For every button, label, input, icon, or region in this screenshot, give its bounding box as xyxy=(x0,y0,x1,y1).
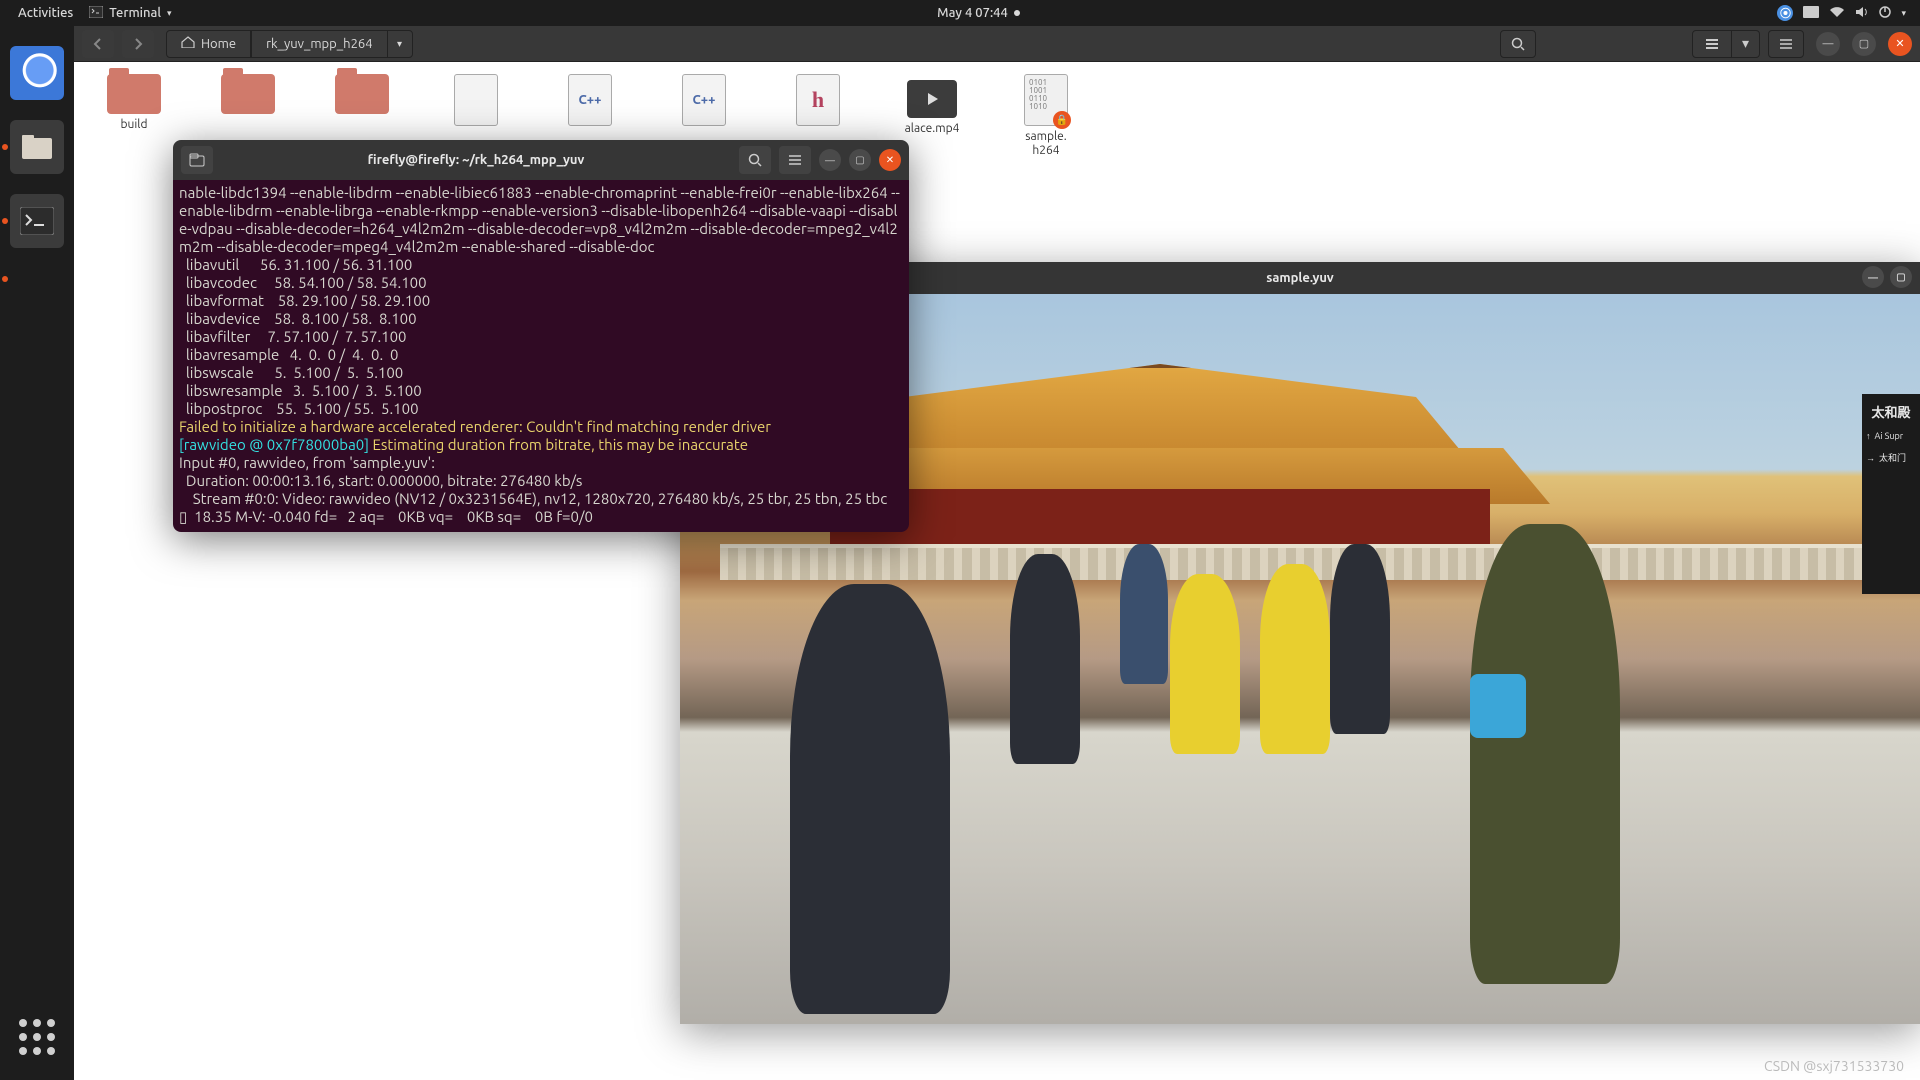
text-file-icon xyxy=(454,74,498,126)
breadcrumb: Home rk_yuv_mpp_h264 ▾ xyxy=(166,30,413,58)
terminal-menu-button[interactable] xyxy=(779,146,811,174)
file-item[interactable] xyxy=(436,74,516,130)
file-item[interactable] xyxy=(322,74,402,118)
terminal-line: [rawvideo @ 0x7f78000ba0] Estimating dur… xyxy=(179,436,903,454)
watermark: CSDN @sxj731533730 xyxy=(1764,1058,1904,1074)
dock xyxy=(0,26,74,1080)
terminal-line: libavformat 58. 29.100 / 58. 29.100 xyxy=(179,292,903,310)
terminal-icon xyxy=(89,6,103,21)
chevron-down-icon: ▾ xyxy=(167,8,172,19)
terminal-line: Failed to initialize a hardware accelera… xyxy=(179,418,903,436)
files-headerbar: Home rk_yuv_mpp_h264 ▾ ▾ — ▢ ✕ xyxy=(74,26,1920,62)
file-label: alace.mp4 xyxy=(892,122,972,136)
terminal-line: Duration: 00:00:13.16, start: 0.000000, … xyxy=(179,472,903,490)
file-item[interactable]: C++ xyxy=(550,74,630,130)
file-item[interactable]: build xyxy=(94,74,174,132)
running-indicator-icon xyxy=(2,218,8,224)
clock[interactable]: May 4 07:44 xyxy=(929,0,1028,26)
search-button[interactable] xyxy=(1500,30,1536,58)
terminal-line: Input #0, rawvideo, from 'sample.yuv': xyxy=(179,454,903,472)
terminal-search-button[interactable] xyxy=(739,146,771,174)
header-file-icon: h xyxy=(796,74,840,126)
forward-button[interactable] xyxy=(122,30,154,58)
minimize-button[interactable]: — xyxy=(819,149,841,171)
minimize-button[interactable]: — xyxy=(1862,266,1884,288)
terminal-launcher[interactable] xyxy=(10,194,64,248)
show-applications[interactable] xyxy=(10,1010,64,1064)
binary-file-icon: 0101100101101010🔒 xyxy=(1024,74,1068,126)
view-mode-button[interactable] xyxy=(1692,30,1732,58)
volume-icon xyxy=(1855,6,1869,21)
terminal-line: libswresample 3. 5.100 / 3. 5.100 xyxy=(179,382,903,400)
video-file-icon xyxy=(907,80,957,118)
hamburger-menu[interactable] xyxy=(1768,30,1804,58)
file-item[interactable]: C++ xyxy=(664,74,744,130)
file-item[interactable] xyxy=(208,74,288,118)
terminal-line: ▯ 18.35 M-V: -0.040 fd= 2 aq= 0KB vq= 0K… xyxy=(179,508,903,526)
home-icon xyxy=(181,36,195,51)
apps-grid-icon xyxy=(19,1019,55,1055)
terminal-line: Stream #0:0: Video: rawvideo (NV12 / 0x3… xyxy=(179,490,903,508)
status-area[interactable]: ⦿ ▾ xyxy=(1777,5,1910,21)
file-item[interactable]: 0101100101101010🔒 sample.h264 xyxy=(1006,74,1086,158)
chromium-launcher[interactable] xyxy=(10,46,64,100)
minimize-button[interactable]: — xyxy=(1816,32,1840,56)
files-launcher[interactable] xyxy=(10,120,64,174)
player-title: sample.yuv xyxy=(1266,271,1334,285)
network-icon xyxy=(1829,6,1845,21)
terminal-line: nable-libdc1394 --enable-libdrm --enable… xyxy=(179,184,903,256)
terminal-line: libswscale 5. 5.100 / 5. 5.100 xyxy=(179,364,903,382)
breadcrumb-current[interactable]: rk_yuv_mpp_h264 xyxy=(251,30,387,58)
notification-dot-icon xyxy=(1014,10,1020,16)
terminal-output[interactable]: nable-libdc1394 --enable-libdrm --enable… xyxy=(173,180,909,532)
maximize-button[interactable]: ▢ xyxy=(1890,266,1912,288)
terminal-line: libavcodec 58. 54.100 / 58. 54.100 xyxy=(179,274,903,292)
terminal-line: libavdevice 58. 8.100 / 58. 8.100 xyxy=(179,310,903,328)
file-label: sample.h264 xyxy=(1006,130,1086,158)
lock-icon: 🔒 xyxy=(1053,111,1071,129)
terminal-line: libavfilter 7. 57.100 / 7. 57.100 xyxy=(179,328,903,346)
folder-icon xyxy=(335,74,389,114)
file-label: build xyxy=(94,118,174,132)
file-item[interactable]: alace.mp4 xyxy=(892,74,972,136)
folder-icon xyxy=(107,74,161,114)
maximize-button[interactable]: ▢ xyxy=(1852,32,1876,56)
folder-icon xyxy=(221,74,275,114)
keyboard-icon xyxy=(1803,6,1819,21)
app-menu-label: Terminal xyxy=(109,6,161,20)
activities-button[interactable]: Activities xyxy=(10,0,81,26)
close-button[interactable]: ✕ xyxy=(879,149,901,171)
running-indicator-icon xyxy=(2,144,8,150)
top-panel: Activities Terminal ▾ May 4 07:44 ⦿ ▾ xyxy=(0,0,1920,26)
back-button[interactable] xyxy=(82,30,114,58)
power-icon xyxy=(1879,6,1891,21)
maximize-button[interactable]: ▢ xyxy=(849,149,871,171)
cpp-file-icon: C++ xyxy=(682,74,726,126)
terminal-title: firefly@firefly: ~/rk_h264_mpp_yuv xyxy=(221,153,731,167)
terminal-line: libavresample 4. 0. 0 / 4. 0. 0 xyxy=(179,346,903,364)
direction-sign: 太和殿 ↑ Ai Supr → 太和门 xyxy=(1862,394,1920,594)
new-tab-button[interactable] xyxy=(181,146,213,174)
running-indicator-icon xyxy=(2,276,8,282)
terminal-titlebar[interactable]: firefly@firefly: ~/rk_h264_mpp_yuv — ▢ ✕ xyxy=(173,140,909,180)
file-item[interactable]: h xyxy=(778,74,858,130)
breadcrumb-home[interactable]: Home xyxy=(166,30,251,58)
ffplay-launcher[interactable] xyxy=(10,252,64,306)
view-options-button[interactable]: ▾ xyxy=(1732,30,1760,58)
app-menu[interactable]: Terminal ▾ xyxy=(81,0,179,26)
terminal-window[interactable]: firefly@firefly: ~/rk_h264_mpp_yuv — ▢ ✕… xyxy=(173,140,909,532)
chevron-down-icon: ▾ xyxy=(1901,8,1906,19)
breadcrumb-menu[interactable]: ▾ xyxy=(387,30,413,58)
terminal-line: libpostproc 55. 5.100 / 55. 5.100 xyxy=(179,400,903,418)
close-button[interactable]: ✕ xyxy=(1888,32,1912,56)
terminal-line: libavutil 56. 31.100 / 56. 31.100 xyxy=(179,256,903,274)
cpp-file-icon: C++ xyxy=(568,74,612,126)
accessibility-icon: ⦿ xyxy=(1777,5,1793,21)
